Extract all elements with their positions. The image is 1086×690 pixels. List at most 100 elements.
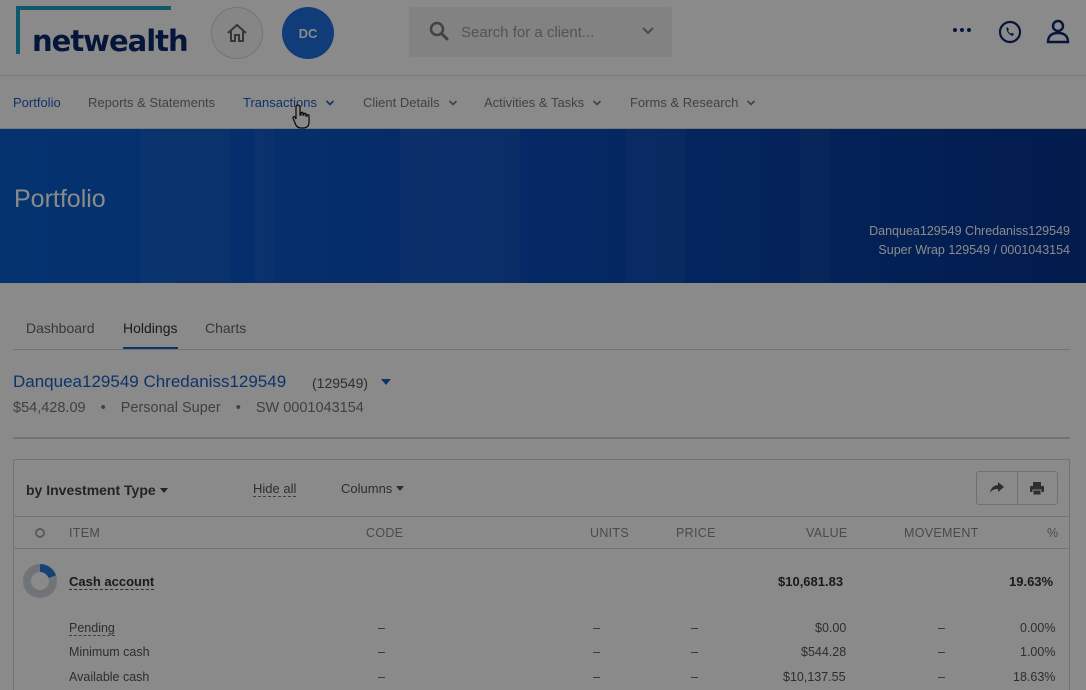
banner-account-info: Danquea129549 Chredaniss129549 Super Wra… — [869, 222, 1070, 260]
separator-dot: • — [100, 400, 106, 416]
row-label[interactable]: Pending — [69, 621, 115, 636]
print-icon — [1030, 481, 1045, 495]
nav-label: Portfolio — [13, 95, 61, 110]
col-item[interactable]: ITEM — [69, 526, 100, 540]
columns-dropdown[interactable]: Columns — [341, 481, 405, 496]
row-code: – — [378, 670, 385, 684]
table-row[interactable]: Minimum cash – – – $544.28 – 1.00% — [14, 645, 1069, 669]
row-movement: – — [938, 645, 945, 659]
phone-icon — [998, 20, 1022, 44]
chevron-down-icon — [593, 99, 602, 106]
row-value: $0.00 — [815, 621, 847, 635]
user-menu-button[interactable] — [1045, 18, 1071, 44]
row-movement: – — [938, 621, 945, 635]
nav-label: Client Details — [363, 95, 440, 110]
row-label: Minimum cash — [69, 645, 150, 659]
row-units: – — [593, 670, 600, 684]
tab-holdings[interactable]: Holdings — [123, 320, 177, 336]
caret-down-icon — [396, 486, 405, 491]
chevron-down-icon — [448, 99, 457, 106]
print-button[interactable] — [1016, 472, 1057, 504]
client-search[interactable] — [409, 7, 672, 57]
section-divider — [13, 437, 1070, 439]
row-price: – — [691, 670, 698, 684]
row-percent: 18.63% — [1013, 670, 1056, 684]
table-row[interactable]: Available cash – – – $10,137.55 – 18.63% — [14, 670, 1069, 690]
banner-decoration — [400, 129, 520, 283]
row-units: – — [593, 645, 600, 659]
allocation-donut-arc — [39, 564, 57, 579]
top-header: netwealth DC — [0, 0, 1086, 76]
row-code: – — [378, 645, 385, 659]
col-code[interactable]: CODE — [366, 526, 403, 540]
client-header: Danquea129549 Chredaniss129549 (129549) — [13, 372, 391, 392]
col-units[interactable]: UNITS — [590, 526, 629, 540]
col-price[interactable]: PRICE — [676, 526, 716, 540]
share-button[interactable] — [977, 472, 1017, 504]
select-all-radio[interactable] — [35, 528, 45, 538]
page: netwealth DC Search for a client... Port… — [0, 0, 1086, 690]
contact-button[interactable] — [997, 19, 1023, 45]
more-button[interactable] — [950, 18, 974, 42]
banner-decoration — [625, 129, 685, 283]
nav-transactions[interactable]: Transactions — [243, 95, 335, 110]
client-avatar[interactable]: DC — [282, 7, 334, 59]
row-units: – — [593, 621, 600, 635]
row-value: $544.28 — [801, 645, 847, 659]
row-price: – — [691, 645, 698, 659]
table-row[interactable]: Pending – – – $0.00 – 0.00% — [14, 621, 1069, 645]
col-movement[interactable]: MOVEMENT — [904, 526, 979, 540]
client-summary: $54,428.09 • Personal Super • SW 0001043… — [13, 400, 364, 416]
row-price: – — [691, 621, 698, 635]
search-input[interactable] — [461, 20, 631, 44]
banner-decoration — [140, 129, 230, 283]
export-button-group — [976, 471, 1058, 505]
share-icon — [989, 482, 1004, 493]
more-icon — [953, 28, 971, 32]
group-label[interactable]: Cash account — [69, 574, 155, 590]
nav-label: Activities & Tasks — [484, 95, 585, 110]
holdings-table-header: ITEM CODE UNITS PRICE VALUE MOVEMENT % — [14, 517, 1069, 549]
nav-portfolio[interactable]: Portfolio — [13, 95, 61, 110]
search-icon — [429, 21, 449, 41]
row-percent: 1.00% — [1020, 645, 1056, 659]
caret-down-icon — [159, 487, 168, 493]
hide-all-link[interactable]: Hide all — [253, 481, 297, 497]
portfolio-banner: Portfolio Danquea129549 Chredaniss129549… — [0, 129, 1086, 283]
chevron-down-icon[interactable] — [640, 23, 656, 39]
row-value: $10,137.55 — [783, 670, 846, 684]
nav-client-details[interactable]: Client Details — [363, 95, 458, 110]
nav-label: Forms & Research — [630, 95, 739, 110]
chevron-down-icon — [325, 99, 335, 106]
home-icon — [227, 23, 247, 42]
tab-dashboard[interactable]: Dashboard — [26, 320, 95, 336]
active-tab-indicator — [123, 347, 178, 349]
group-percent: 19.63% — [1009, 574, 1054, 589]
holdings-panel: by Investment Type Hide all Columns ITEM… — [13, 459, 1070, 690]
hand-cursor-icon — [292, 104, 310, 129]
nav-activities-tasks[interactable]: Activities & Tasks — [484, 95, 602, 110]
allocation-donut — [23, 564, 57, 598]
chevron-down-icon — [747, 99, 756, 106]
banner-decoration — [255, 129, 275, 283]
banner-account-number: Super Wrap 129549 / 0001043154 — [878, 243, 1070, 257]
logo-wordmark: netwealth — [32, 24, 189, 58]
banner-client-name: Danquea129549 Chredaniss129549 — [869, 224, 1070, 238]
netwealth-logo[interactable]: netwealth — [16, 6, 189, 60]
columns-label: Columns — [341, 481, 393, 496]
nav-forms-research[interactable]: Forms & Research — [630, 95, 756, 110]
row-label: Available cash — [69, 670, 150, 684]
row-movement: – — [938, 670, 945, 684]
caret-down-icon[interactable] — [381, 379, 391, 386]
nav-reports-statements[interactable]: Reports & Statements — [88, 95, 215, 110]
col-value[interactable]: VALUE — [806, 526, 848, 540]
group-row-cash-account[interactable]: Cash account $10,681.83 19.63% — [14, 549, 1069, 611]
user-icon — [1046, 19, 1070, 44]
tab-charts[interactable]: Charts — [205, 320, 246, 336]
banner-decoration — [800, 129, 830, 283]
home-button[interactable] — [211, 7, 263, 59]
group-by-dropdown[interactable]: by Investment Type — [26, 482, 168, 498]
col-percent[interactable]: % — [1047, 526, 1058, 540]
portfolio-tabs: Dashboard Holdings Charts — [13, 306, 1070, 350]
client-name[interactable]: Danquea129549 Chredaniss129549 — [13, 372, 286, 391]
